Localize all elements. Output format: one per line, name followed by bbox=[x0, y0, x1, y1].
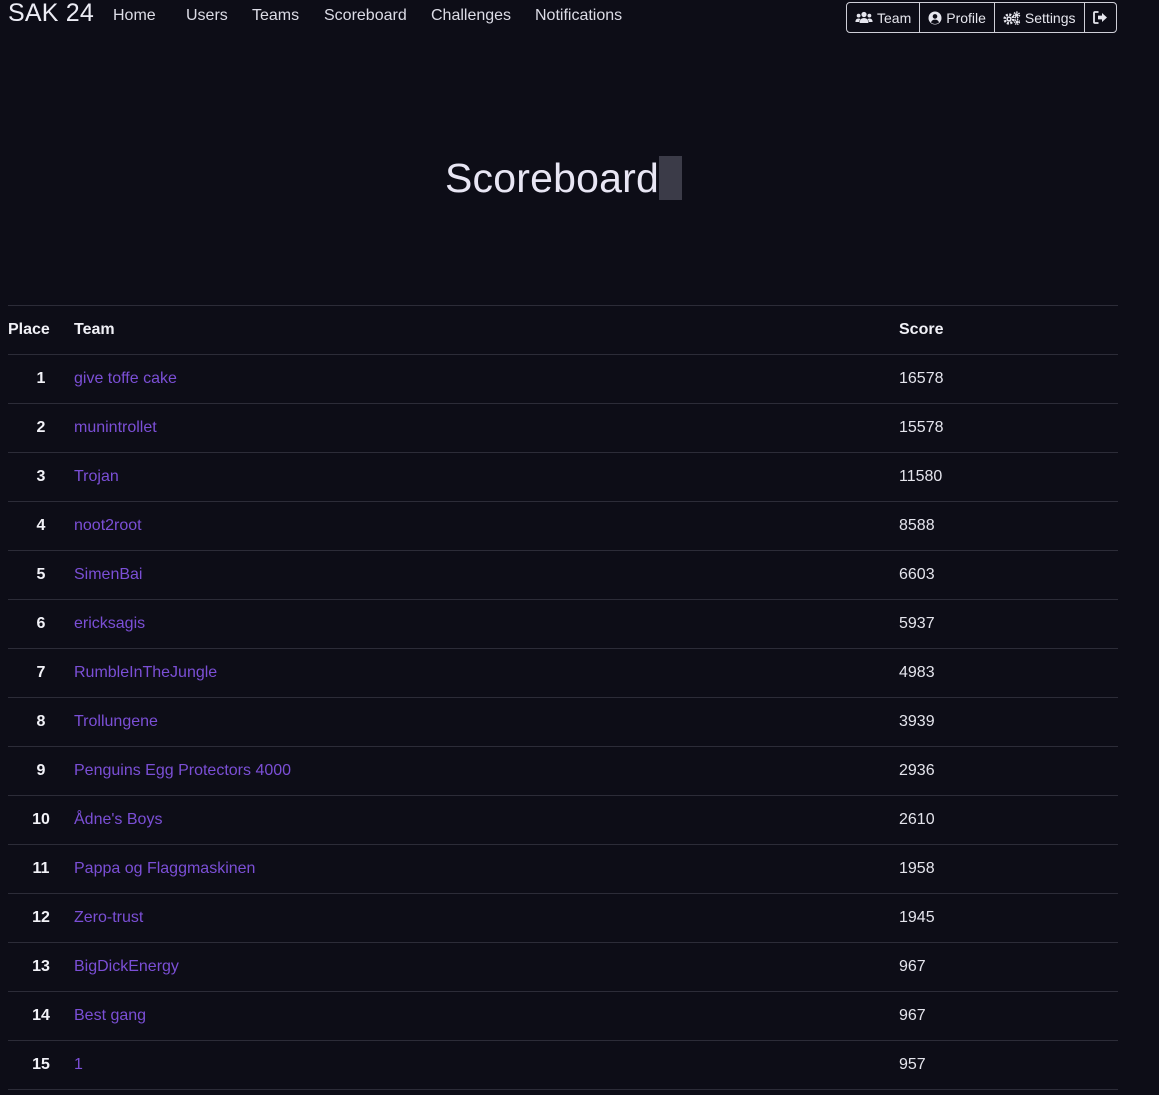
score-cell: 4983 bbox=[899, 648, 1118, 698]
scoreboard-table: Place Team Score 1 give toffe cake 16578… bbox=[8, 305, 1118, 1090]
team-link[interactable]: Ådne's Boys bbox=[74, 811, 162, 828]
nav-notifications[interactable]: Notifications bbox=[535, 7, 622, 25]
team-link[interactable]: Best gang bbox=[74, 1007, 146, 1024]
table-row: 4 noot2root 8588 bbox=[8, 501, 1118, 551]
score-cell: 1945 bbox=[899, 893, 1118, 943]
table-header-row: Place Team Score bbox=[8, 305, 1118, 355]
settings-button-label: Settings bbox=[1024, 9, 1076, 26]
score-cell: 957 bbox=[899, 1040, 1118, 1090]
table-row: 8 Trollungene 3939 bbox=[8, 697, 1118, 747]
team-link[interactable]: Zero-trust bbox=[74, 909, 143, 926]
table-row: 11 Pappa og Flaggmaskinen 1958 bbox=[8, 844, 1118, 894]
page-title-text: Scoreboard bbox=[445, 155, 659, 201]
score-cell: 5937 bbox=[899, 599, 1118, 649]
team-link[interactable]: Trojan bbox=[74, 468, 119, 485]
table-row: 9 Penguins Egg Protectors 4000 2936 bbox=[8, 746, 1118, 796]
brand-logo[interactable]: SAK 24 bbox=[8, 0, 94, 28]
score-cell: 11580 bbox=[899, 452, 1118, 502]
team-link[interactable]: give toffe cake bbox=[74, 370, 177, 387]
team-link[interactable]: noot2root bbox=[74, 517, 142, 534]
place-cell: 2 bbox=[8, 403, 74, 453]
table-row: 7 RumbleInTheJungle 4983 bbox=[8, 648, 1118, 698]
sign-out-icon bbox=[1092, 11, 1108, 24]
place-cell: 11 bbox=[8, 844, 74, 894]
team-link[interactable]: ericksagis bbox=[74, 615, 145, 632]
nav-home[interactable]: Home bbox=[113, 7, 156, 25]
place-column-header: Place bbox=[8, 305, 74, 355]
team-link[interactable]: SimenBai bbox=[74, 566, 142, 583]
team-link[interactable]: Penguins Egg Protectors 4000 bbox=[74, 762, 291, 779]
top-navbar: SAK 24 Home Users Teams Scoreboard Chall… bbox=[0, 0, 1159, 36]
page-header: Scoreboard bbox=[0, 150, 1127, 206]
profile-button[interactable]: Profile bbox=[920, 3, 995, 32]
table-row: 3 Trojan 11580 bbox=[8, 452, 1118, 502]
score-cell: 15578 bbox=[899, 403, 1118, 453]
nav-users[interactable]: Users bbox=[186, 7, 228, 25]
score-column-header: Score bbox=[899, 305, 1118, 355]
table-row: 2 munintrollet 15578 bbox=[8, 403, 1118, 453]
profile-button-label: Profile bbox=[946, 9, 986, 26]
score-cell: 967 bbox=[899, 942, 1118, 992]
team-link[interactable]: RumbleInTheJungle bbox=[74, 664, 217, 681]
table-row: 15 1 957 bbox=[8, 1040, 1118, 1090]
place-cell: 4 bbox=[8, 501, 74, 551]
table-row: 13 BigDickEnergy 967 bbox=[8, 942, 1118, 992]
table-row: 10 Ådne's Boys 2610 bbox=[8, 795, 1118, 845]
nav-challenges[interactable]: Challenges bbox=[431, 7, 511, 25]
place-cell: 6 bbox=[8, 599, 74, 649]
score-cell: 2936 bbox=[899, 746, 1118, 796]
score-cell: 3939 bbox=[899, 697, 1118, 747]
table-row: 14 Best gang 967 bbox=[8, 991, 1118, 1041]
settings-button[interactable]: Settings bbox=[995, 3, 1085, 32]
score-cell: 16578 bbox=[899, 354, 1118, 404]
table-row: 5 SimenBai 6603 bbox=[8, 550, 1118, 600]
user-button-group: Team Profile Settings bbox=[846, 2, 1117, 33]
place-cell: 14 bbox=[8, 991, 74, 1041]
place-cell: 13 bbox=[8, 942, 74, 992]
table-row: 12 Zero-trust 1945 bbox=[8, 893, 1118, 943]
place-cell: 7 bbox=[8, 648, 74, 698]
nav-teams[interactable]: Teams bbox=[252, 7, 299, 25]
team-button[interactable]: Team bbox=[847, 3, 921, 32]
place-cell: 8 bbox=[8, 697, 74, 747]
score-cell: 1958 bbox=[899, 844, 1118, 894]
team-link[interactable]: BigDickEnergy bbox=[74, 958, 179, 975]
team-link[interactable]: 1 bbox=[74, 1056, 83, 1073]
text-cursor bbox=[658, 156, 682, 200]
team-link[interactable]: Pappa og Flaggmaskinen bbox=[74, 860, 255, 877]
user-circle-icon bbox=[928, 11, 942, 25]
place-cell: 1 bbox=[8, 354, 74, 404]
score-cell: 8588 bbox=[899, 501, 1118, 551]
team-column-header: Team bbox=[74, 305, 899, 355]
place-cell: 10 bbox=[8, 795, 74, 845]
table-row: 6 ericksagis 5937 bbox=[8, 599, 1118, 649]
place-cell: 15 bbox=[8, 1040, 74, 1090]
team-button-label: Team bbox=[877, 9, 912, 26]
score-cell: 2610 bbox=[899, 795, 1118, 845]
score-cell: 967 bbox=[899, 991, 1118, 1041]
place-cell: 5 bbox=[8, 550, 74, 600]
logout-button[interactable] bbox=[1085, 3, 1116, 32]
nav-scoreboard[interactable]: Scoreboard bbox=[324, 7, 407, 25]
place-cell: 9 bbox=[8, 746, 74, 796]
score-cell: 6603 bbox=[899, 550, 1118, 600]
team-link[interactable]: Trollungene bbox=[74, 713, 158, 730]
users-icon bbox=[855, 11, 873, 24]
cogs-icon bbox=[1003, 10, 1021, 25]
page-title: Scoreboard bbox=[445, 150, 682, 206]
place-cell: 3 bbox=[8, 452, 74, 502]
place-cell: 12 bbox=[8, 893, 74, 943]
table-row: 1 give toffe cake 16578 bbox=[8, 354, 1118, 404]
team-link[interactable]: munintrollet bbox=[74, 419, 157, 436]
